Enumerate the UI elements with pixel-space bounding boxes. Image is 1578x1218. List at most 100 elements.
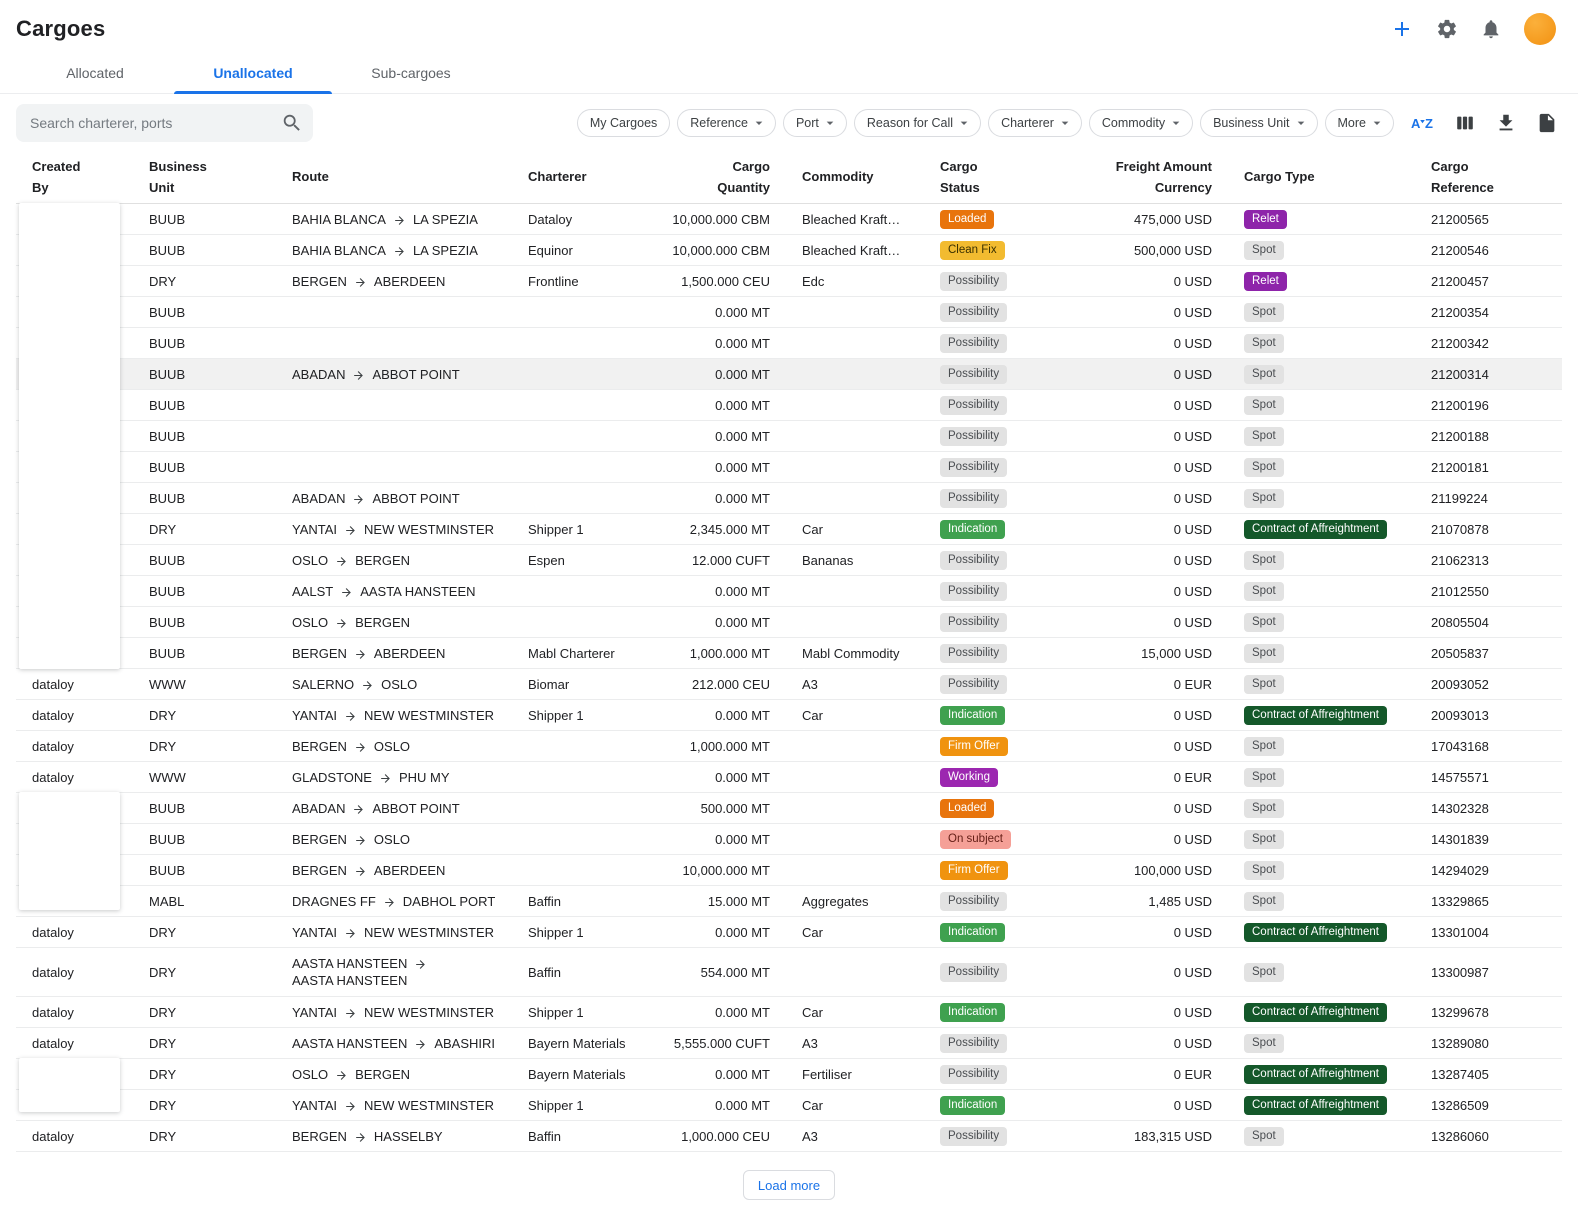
filter-chip-label: More — [1338, 116, 1366, 130]
table-row[interactable]: DRYYANTAINEW WESTMINSTERShipper 12,345.0… — [16, 514, 1562, 545]
download-button[interactable] — [1495, 112, 1517, 134]
table-row[interactable]: BUUBBERGENABERDEENMabl Charterer1,000.00… — [16, 638, 1562, 669]
route-to: BERGEN — [355, 553, 410, 568]
table-row[interactable]: dataloyDRYYANTAINEW WESTMINSTERShipper 1… — [16, 700, 1562, 731]
route-line: AASTA HANSTEEN — [292, 955, 427, 972]
route-from: BERGEN — [292, 739, 347, 754]
cell-charterer — [512, 297, 648, 327]
tab-unallocated[interactable]: Unallocated — [174, 52, 332, 93]
notifications-button[interactable] — [1480, 18, 1502, 40]
filter-chip-reference[interactable]: Reference — [677, 109, 776, 137]
cell-freight-amount-currency: 0 USD — [1096, 917, 1228, 947]
route-arrow-icon — [414, 1038, 427, 1051]
route-arrow-icon — [335, 617, 348, 630]
cargo-status-badge: Possibility — [940, 613, 1007, 632]
column-header-created-by[interactable]: Created By — [16, 152, 133, 203]
column-header-cargo-status[interactable]: Cargo Status — [924, 152, 1096, 203]
table-row[interactable]: MABLDRAGNES FFDABHOL PORTBaffin15.000 MT… — [16, 886, 1562, 917]
column-header-business-unit[interactable]: Business Unit — [133, 152, 276, 203]
settings-button[interactable] — [1436, 18, 1458, 40]
filter-chip-more[interactable]: More — [1325, 109, 1394, 137]
cargo-status-badge: Indication — [940, 706, 1005, 725]
cell-charterer: Dataloy — [512, 204, 648, 234]
filter-chip-charterer[interactable]: Charterer — [988, 109, 1082, 137]
add-button[interactable] — [1390, 17, 1414, 41]
table-row[interactable]: dataloyDRYAASTA HANSTEENAASTA HANSTEENBa… — [16, 948, 1562, 997]
cell-commodity — [786, 731, 924, 761]
cell-route: DRAGNES FFDABHOL PORT — [276, 886, 512, 916]
cargo-status-badge: Possibility — [940, 1127, 1007, 1146]
table-row[interactable]: BUUB0.000 MTPossibility0 USDSpot21200181 — [16, 452, 1562, 483]
table-row[interactable]: dataloyDRYAASTA HANSTEENABASHIRIBayern M… — [16, 1028, 1562, 1059]
table-row[interactable]: DRYOSLOBERGENBayern Materials0.000 MTFer… — [16, 1059, 1562, 1090]
cell-route — [276, 452, 512, 482]
filter-chip-commodity[interactable]: Commodity — [1089, 109, 1193, 137]
cargo-type-badge: Contract of Affreightment — [1244, 923, 1387, 942]
cell-business-unit: BUUB — [133, 638, 276, 668]
cell-cargo-quantity: 0.000 MT — [648, 297, 786, 327]
table-row[interactable]: BUUBOSLOBERGENEspen12.000 CUFTBananasPos… — [16, 545, 1562, 576]
route-arrow-icon — [354, 865, 367, 878]
cell-cargo-status: Possibility — [924, 638, 1096, 668]
cell-business-unit: DRY — [133, 997, 276, 1027]
cell-charterer: Mabl Charterer — [512, 638, 648, 668]
filter-chip-label: My Cargoes — [590, 116, 657, 130]
table-row[interactable]: dataloyDRYYANTAINEW WESTMINSTERShipper 1… — [16, 997, 1562, 1028]
column-header-route[interactable]: Route — [276, 152, 512, 203]
tab-allocated[interactable]: Allocated — [16, 52, 174, 93]
table-row[interactable]: BUUB0.000 MTPossibility0 USDSpot21200354 — [16, 297, 1562, 328]
column-header-charterer[interactable]: Charterer — [512, 152, 648, 203]
export-button[interactable] — [1536, 112, 1558, 134]
table-row[interactable]: BUUBBERGENOSLO0.000 MTOn subject0 USDSpo… — [16, 824, 1562, 855]
table-row[interactable]: BUUBBAHIA BLANCALA SPEZIADataloy10,000.0… — [16, 204, 1562, 235]
table-row[interactable]: BUUBABADANABBOT POINT500.000 MTLoaded0 U… — [16, 793, 1562, 824]
route-from: OSLO — [292, 1067, 328, 1082]
cell-cargo-reference: 21012550 — [1415, 576, 1562, 606]
table-row[interactable]: BUUBBERGENABERDEEN10,000.000 MTFirm Offe… — [16, 855, 1562, 886]
table-row[interactable]: BUUBOSLOBERGEN0.000 MTPossibility0 USDSp… — [16, 607, 1562, 638]
table-row[interactable]: dataloyWWWSALERNOOSLOBiomar212.000 CEUA3… — [16, 669, 1562, 700]
cell-freight-amount-currency: 183,315 USD — [1096, 1121, 1228, 1151]
cell-cargo-quantity: 1,000.000 MT — [648, 638, 786, 668]
route-to: ABERDEEN — [374, 646, 446, 661]
cell-charterer: Baffin — [512, 1121, 648, 1151]
table-row[interactable]: BUUBAALSTAASTA HANSTEEN0.000 MTPossibili… — [16, 576, 1562, 607]
filter-chip-reason-for-call[interactable]: Reason for Call — [854, 109, 981, 137]
table-row[interactable]: BUUBABADANABBOT POINT0.000 MTPossibility… — [16, 359, 1562, 390]
avatar[interactable] — [1524, 13, 1556, 45]
cargo-type-badge: Spot — [1244, 675, 1284, 694]
table-row[interactable]: BUUBBAHIA BLANCALA SPEZIAEquinor10,000.0… — [16, 235, 1562, 266]
column-header-cargo-quantity[interactable]: Cargo Quantity — [648, 152, 786, 203]
table-row[interactable]: BUUBABADANABBOT POINT0.000 MTPossibility… — [16, 483, 1562, 514]
table-row[interactable]: dataloyDRYYANTAINEW WESTMINSTERShipper 1… — [16, 917, 1562, 948]
cargo-status-badge: Possibility — [940, 1034, 1007, 1053]
table-row[interactable]: DRYYANTAINEW WESTMINSTERShipper 10.000 M… — [16, 1090, 1562, 1121]
cell-cargo-status: Indication — [924, 997, 1096, 1027]
cell-freight-amount-currency: 0 EUR — [1096, 762, 1228, 792]
table-row[interactable]: DRYBERGENABERDEENFrontline1,500.000 CEUE… — [16, 266, 1562, 297]
column-header-cargo-reference[interactable]: Cargo Reference — [1415, 152, 1562, 203]
table-row[interactable]: dataloyWWWGLADSTONEPHU MY0.000 MTWorking… — [16, 762, 1562, 793]
filter-chip-port[interactable]: Port — [783, 109, 847, 137]
filter-chip-my-cargoes[interactable]: My Cargoes — [577, 109, 670, 137]
table-row[interactable]: dataloyDRYBERGENOSLO1,000.000 MTFirm Off… — [16, 731, 1562, 762]
columns-button[interactable] — [1454, 112, 1476, 134]
table-row[interactable]: dataloyDRYBERGENHASSELBYBaffin1,000.000 … — [16, 1121, 1562, 1152]
sort-button[interactable]: AZ — [1410, 113, 1435, 133]
cell-created-by: dataloy — [16, 700, 133, 730]
search-input[interactable] — [16, 104, 313, 142]
table-row[interactable]: BUUB0.000 MTPossibility0 USDSpot21200342 — [16, 328, 1562, 359]
tab-sub-cargoes[interactable]: Sub-cargoes — [332, 52, 490, 93]
load-more-button[interactable]: Load more — [743, 1170, 835, 1200]
cell-route — [276, 390, 512, 420]
sort-alpha-icon: AZ — [1410, 113, 1435, 133]
table-row[interactable]: BUUB0.000 MTPossibility0 USDSpot21200196 — [16, 390, 1562, 421]
filter-chip-label: Commodity — [1102, 116, 1165, 130]
column-header-commodity[interactable]: Commodity — [786, 152, 924, 203]
filter-chip-business-unit[interactable]: Business Unit — [1200, 109, 1317, 137]
table-row[interactable]: BUUB0.000 MTPossibility0 USDSpot21200188 — [16, 421, 1562, 452]
cell-cargo-type: Spot — [1228, 328, 1415, 358]
cargo-status-badge: Possibility — [940, 427, 1007, 446]
column-header-freight-amount-currency[interactable]: Freight Amount Currency — [1096, 152, 1228, 203]
column-header-cargo-type[interactable]: Cargo Type — [1228, 152, 1415, 203]
